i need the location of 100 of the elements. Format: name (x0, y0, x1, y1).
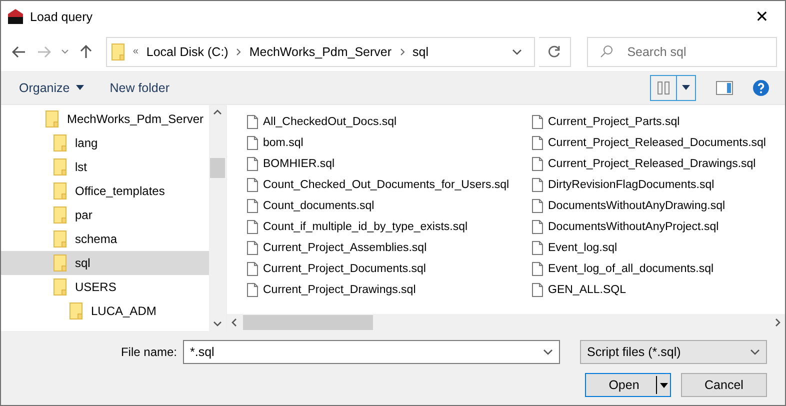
chevron-down-icon (512, 48, 522, 54)
chevron-down-icon (543, 349, 553, 355)
back-arrow-icon (12, 46, 26, 58)
file-icon (247, 262, 258, 276)
file-item[interactable]: DocumentsWithoutAnyDrawing.sql (532, 195, 785, 216)
app-logo-icon (7, 8, 24, 25)
new-folder-button[interactable]: New folder (110, 80, 170, 94)
scroll-left-icon[interactable] (231, 318, 237, 327)
file-icon (247, 156, 258, 170)
file-icon (532, 240, 543, 254)
file-icon (532, 136, 543, 150)
file-icon (247, 178, 258, 192)
folder-icon (69, 302, 83, 320)
file-item[interactable]: Event_log_of_all_documents.sql (532, 258, 785, 279)
cancel-button[interactable]: Cancel (681, 373, 767, 397)
file-item[interactable]: Event_log.sql (532, 237, 785, 258)
file-item[interactable]: DirtyRevisionFlagDocuments.sql (532, 174, 785, 195)
folder-label: schema (75, 232, 118, 246)
file-item[interactable]: Count_Checked_Out_Documents_for_Users.sql (247, 174, 532, 195)
folder-icon (53, 158, 67, 176)
breadcrumb[interactable]: Local Disk (C:) (146, 44, 228, 58)
open-button[interactable]: Open (585, 373, 671, 397)
caret-down-icon (76, 85, 84, 90)
forward-arrow-icon (36, 46, 51, 58)
help-icon[interactable] (753, 80, 769, 96)
folder-tree-item[interactable]: lst (1, 155, 209, 179)
scroll-right-icon[interactable] (775, 318, 781, 327)
file-item[interactable]: Current_Project_Released_Drawings.sql (532, 153, 785, 174)
file-item[interactable]: Current_Project_Drawings.sql (247, 279, 532, 300)
file-item[interactable]: BOMHIER.sql (247, 153, 532, 174)
organize-menu[interactable]: Organize (19, 80, 84, 94)
folder-label: par (75, 208, 92, 222)
preview-pane-icon[interactable] (716, 80, 733, 94)
file-icon (532, 156, 543, 170)
scrollbar-thumb[interactable] (210, 158, 225, 178)
file-icon (247, 198, 258, 212)
folder-label: USERS (75, 280, 116, 294)
folder-icon (53, 206, 67, 224)
file-icon (247, 114, 258, 128)
details-view-icon (656, 80, 670, 94)
file-item[interactable]: GEN_ALL.SQL (532, 279, 785, 300)
folder-icon (53, 134, 67, 152)
scroll-up-icon[interactable] (213, 109, 222, 115)
file-item[interactable]: bom.sql (247, 132, 532, 153)
file-icon (247, 136, 258, 150)
vertical-scrollbar[interactable] (209, 105, 226, 331)
folder-label: lst (75, 160, 87, 174)
up-arrow-icon (80, 44, 92, 58)
folder-label: sql (75, 256, 90, 270)
chevron-right-icon (236, 48, 242, 56)
folder-icon (53, 182, 67, 200)
overflow-marker: « (132, 46, 138, 57)
address-bar[interactable]: « Local Disk (C:) MechWorks_Pdm_Server sql (106, 36, 535, 66)
file-icon (532, 198, 543, 212)
search-icon (600, 45, 614, 58)
file-item[interactable]: DocumentsWithoutAnyProject.sql (532, 216, 785, 237)
caret-down-icon (660, 382, 668, 388)
file-item[interactable]: Current_Project_Released_Documents.sql (532, 132, 785, 153)
folder-tree-item[interactable]: MechWorks_Pdm_Server (1, 107, 209, 131)
file-item[interactable]: Current_Project_Assemblies.sql (247, 237, 532, 258)
folder-label: LUCA_ADM (91, 304, 156, 318)
refresh-icon (548, 45, 561, 58)
search-box[interactable]: Search sql (587, 36, 778, 66)
breadcrumb[interactable]: MechWorks_Pdm_Server (249, 44, 392, 58)
folder-tree-item[interactable]: USERS (1, 275, 209, 299)
folder-tree-item[interactable]: LUCA_ADM (1, 299, 209, 323)
file-item[interactable]: Current_Project_Parts.sql (532, 111, 785, 132)
close-button[interactable]: ✕ (739, 2, 785, 32)
folder-label: lang (75, 136, 98, 150)
file-icon (532, 282, 543, 296)
breadcrumb[interactable]: sql (412, 44, 429, 58)
folder-icon (110, 42, 125, 60)
caret-down-icon (682, 85, 690, 90)
chevron-down-icon (750, 349, 760, 355)
folder-tree-item[interactable]: par (1, 203, 209, 227)
folder-tree-item[interactable]: schema (1, 227, 209, 251)
folder-label: Office_templates (75, 184, 165, 198)
folder-tree-item[interactable]: Office_templates (1, 179, 209, 203)
folder-tree-item[interactable]: lang (1, 131, 209, 155)
folder-tree-item[interactable]: sql (1, 251, 209, 275)
file-name-box[interactable]: *.sql (183, 340, 560, 364)
folder-icon (45, 110, 59, 128)
file-icon (532, 114, 543, 128)
refresh-button[interactable] (538, 36, 572, 66)
scrollbar-thumb[interactable] (243, 315, 373, 330)
file-icon (247, 240, 258, 254)
file-item[interactable]: All_CheckedOut_Docs.sql (247, 111, 532, 132)
file-icon (532, 220, 543, 234)
view-options-button[interactable] (650, 74, 696, 100)
scroll-down-icon[interactable] (213, 321, 222, 327)
chevron-down-icon (60, 49, 69, 54)
folder-icon (53, 278, 67, 296)
file-item[interactable]: Count_if_multiple_id_by_type_exists.sql (247, 216, 532, 237)
file-icon (247, 282, 258, 296)
file-item[interactable]: Current_Project_Documents.sql (247, 258, 532, 279)
file-icon (532, 178, 543, 192)
file-item[interactable]: Count_documents.sql (247, 195, 532, 216)
chevron-right-icon (400, 48, 405, 56)
file-name-label: File name: (120, 345, 177, 359)
file-type-dropdown[interactable]: Script files (*.sql) (580, 340, 767, 364)
